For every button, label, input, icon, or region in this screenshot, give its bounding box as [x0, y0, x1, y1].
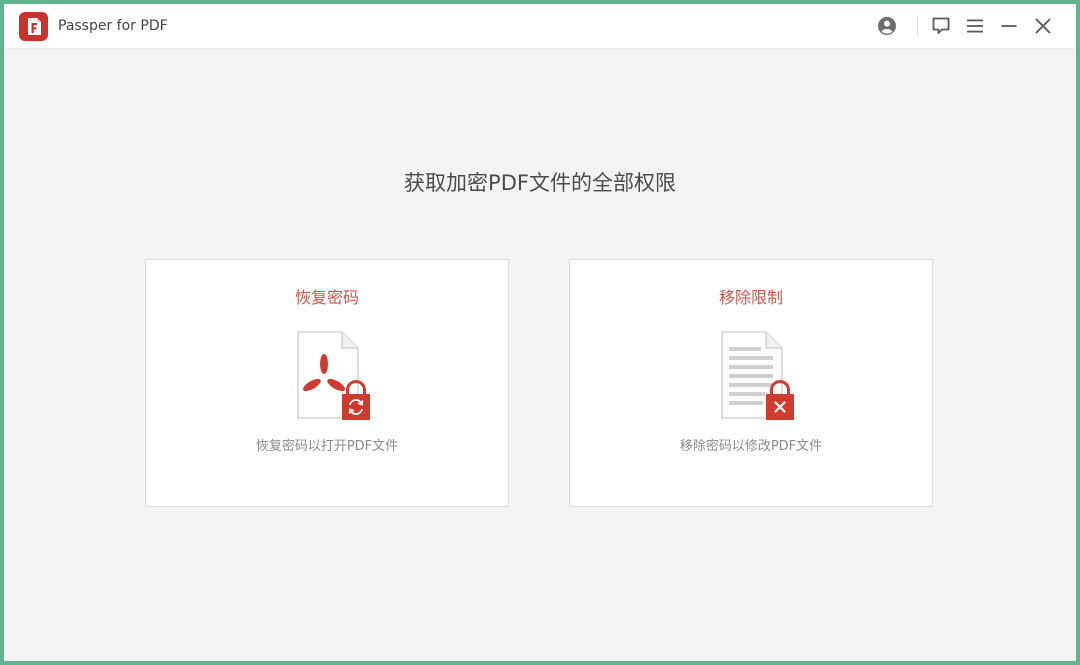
- document-lock-remove-icon: [716, 330, 796, 422]
- remove-restrictions-card[interactable]: 移除限制 移除密码以修改PDF文件: [569, 259, 933, 507]
- app-title: Passper for PDF: [58, 18, 168, 34]
- feedback-button[interactable]: [926, 12, 956, 40]
- card-title: 移除限制: [718, 288, 783, 307]
- minimize-button[interactable]: [994, 12, 1024, 40]
- recover-password-card[interactable]: 恢复密码 恢复密码以打开PDF文件: [145, 259, 509, 507]
- title-bar-divider: [917, 16, 918, 36]
- app-window: Passper for PDF 获取加密PDF文件的全部权限 恢复密码 恢复密码…: [4, 4, 1076, 661]
- pdf-lock-refresh-icon: [292, 330, 372, 422]
- page-headline: 获取加密PDF文件的全部权限: [404, 171, 676, 195]
- account-icon: [878, 17, 896, 35]
- menu-icon: [967, 19, 983, 33]
- card-description: 移除密码以修改PDF文件: [679, 439, 823, 454]
- close-icon: [1035, 18, 1051, 34]
- title-bar: Passper for PDF: [4, 4, 1076, 49]
- feedback-icon: [932, 17, 950, 34]
- menu-button[interactable]: [960, 12, 990, 40]
- passper-logo-icon: [19, 12, 48, 41]
- account-button[interactable]: [872, 12, 902, 40]
- card-title: 恢复密码: [294, 288, 359, 307]
- minimize-icon: [1001, 25, 1017, 27]
- card-description: 恢复密码以打开PDF文件: [255, 439, 399, 454]
- main-panel: 获取加密PDF文件的全部权限 恢复密码 恢复密码以打开PDF文件 移除限制 移除…: [4, 49, 1076, 661]
- close-button[interactable]: [1028, 12, 1058, 40]
